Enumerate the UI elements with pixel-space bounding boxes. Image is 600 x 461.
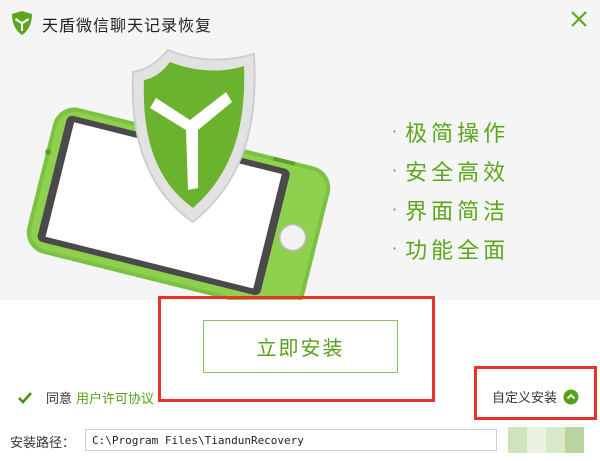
shield-logo-icon [12, 11, 32, 35]
custom-install-label: 自定义安装 [492, 391, 558, 406]
license-link[interactable]: 用户许可协议 [76, 388, 154, 407]
bullet: · [392, 122, 398, 141]
feature-item: · 界面简洁 [392, 190, 509, 229]
feature-label: 功能全面 [405, 238, 510, 264]
feature-item: · 极简操作 [392, 112, 509, 151]
bullet: · [392, 161, 398, 180]
install-path-label: 安装路径： [10, 436, 76, 451]
hero-banner [0, 0, 600, 300]
feature-list: · 极简操作 · 安全高效 · 界面简洁 · 功能全面 [392, 112, 509, 268]
license-agreement: 同意 用户许可协议 [16, 388, 154, 407]
custom-install-toggle[interactable]: 自定义安装 [492, 387, 579, 406]
feature-item: · 安全高效 [392, 151, 509, 190]
app-title: 天盾微信聊天记录恢复 [42, 16, 213, 35]
install-path-input[interactable] [85, 429, 497, 451]
install-now-button[interactable]: 立即安装 [203, 320, 398, 373]
chevron-up-circle-icon [563, 389, 579, 404]
bullet: · [392, 239, 398, 258]
feature-label: 界面简洁 [405, 199, 510, 225]
feature-label: 安全高效 [405, 160, 510, 186]
phone-shield-illustration [26, 48, 331, 300]
feature-item: · 功能全面 [392, 229, 509, 268]
title-bar: 天盾微信聊天记录恢复 [0, 0, 600, 44]
close-icon[interactable] [566, 6, 592, 32]
feature-label: 极简操作 [405, 121, 510, 147]
agree-checkbox[interactable] [16, 389, 34, 407]
browse-button[interactable] [508, 427, 584, 453]
agree-label: 同意 [46, 392, 73, 407]
bullet: · [392, 200, 398, 219]
